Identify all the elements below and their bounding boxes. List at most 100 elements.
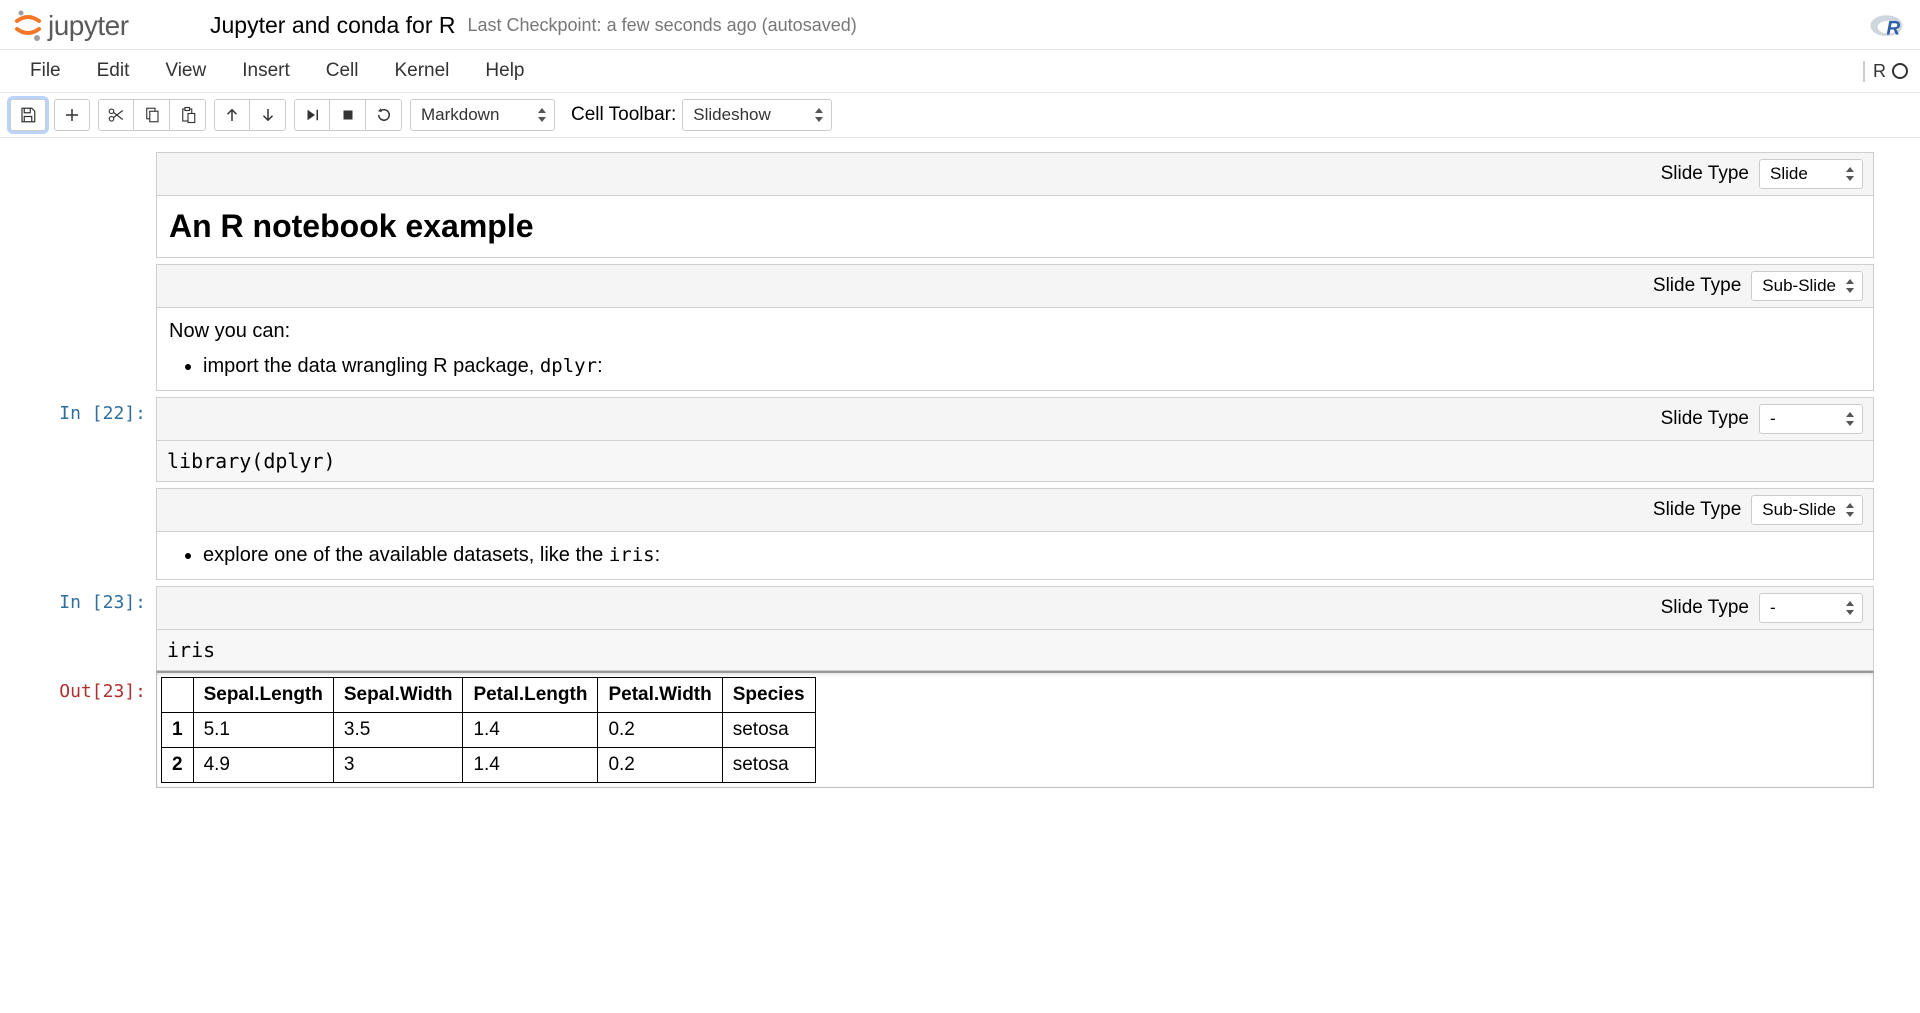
slide-type-select[interactable]: Sub-Slide [1751, 271, 1863, 301]
markdown-cell[interactable]: Slide Type Sub-Slide explore one of the … [46, 488, 1874, 580]
slide-type-select[interactable]: Sub-Slide [1751, 495, 1863, 525]
floppy-disk-icon [19, 106, 37, 124]
menu-kernel[interactable]: Kernel [376, 50, 467, 92]
slide-type-label: Slide Type [1653, 499, 1741, 521]
cell-toolbar-label: Cell Toolbar: [571, 104, 676, 126]
slide-toolbar: Slide Type Sub-Slide [156, 264, 1874, 307]
rendered-markdown: Now you can: import the data wrangling R… [156, 307, 1874, 391]
slide-toolbar: Slide Type - [156, 586, 1874, 629]
table-cell: 0.2 [598, 748, 722, 783]
copy-cell-button[interactable] [134, 99, 170, 131]
scissors-icon [107, 106, 125, 124]
insert-cell-below-button[interactable] [54, 99, 90, 131]
caret-down-icon [1846, 512, 1854, 517]
cell-toolbar-select[interactable]: Slideshow [682, 99, 832, 131]
save-button[interactable] [10, 99, 46, 131]
table-cell: 1.4 [463, 748, 598, 783]
caret-down-icon [1846, 288, 1854, 293]
slide-type-value: Sub-Slide [1762, 276, 1836, 296]
caret-down-icon [538, 117, 546, 122]
caret-down-icon [815, 117, 823, 122]
code-input[interactable]: library(dplyr) [156, 440, 1874, 482]
arrow-down-icon [259, 106, 277, 124]
table-cell: 1.4 [463, 713, 598, 748]
cut-cell-button[interactable] [98, 99, 134, 131]
slide-type-label: Slide Type [1661, 408, 1749, 430]
r-kernel-logo-icon: R [1868, 8, 1908, 43]
toolbar: Markdown Cell Toolbar: Slideshow [0, 93, 1920, 138]
slide-type-select[interactable]: - [1759, 404, 1863, 434]
list-item: explore one of the available datasets, l… [203, 544, 1861, 567]
table-cell: 1 [162, 713, 194, 748]
checkpoint-status: Last Checkpoint: a few seconds ago (auto… [467, 15, 856, 36]
slide-type-select[interactable]: Slide [1759, 159, 1863, 189]
slide-type-value: Slide [1770, 164, 1808, 184]
caret-up-icon [1846, 601, 1854, 606]
slide-type-select[interactable]: - [1759, 593, 1863, 623]
slide-type-value: Sub-Slide [1762, 500, 1836, 520]
restart-kernel-button[interactable] [366, 99, 402, 131]
code-input[interactable]: iris [156, 629, 1874, 671]
table-cell: 3 [333, 748, 463, 783]
table-cell: setosa [722, 713, 815, 748]
cell-type-select[interactable]: Markdown [410, 99, 555, 131]
rendered-markdown: An R notebook example [156, 195, 1874, 258]
table-row: 2 4.9 3 1.4 0.2 setosa [162, 748, 816, 783]
menu-file[interactable]: File [12, 50, 79, 92]
markdown-cell[interactable]: Slide Type Sub-Slide Now you can: import… [46, 264, 1874, 391]
move-cell-down-button[interactable] [250, 99, 286, 131]
svg-text:jupyter: jupyter [47, 10, 129, 41]
table-header: Sepal.Length [193, 678, 333, 713]
output-area: Sepal.Length Sepal.Width Petal.Length Pe… [156, 671, 1874, 788]
menu-help[interactable]: Help [467, 50, 542, 92]
paste-cell-button[interactable] [170, 99, 206, 131]
caret-down-icon [1846, 176, 1854, 181]
notebook-name[interactable]: Jupyter and conda for R [210, 12, 455, 39]
input-prompt: In [22]: [46, 397, 156, 424]
stop-icon [339, 106, 357, 124]
cell-toolbar-value: Slideshow [693, 105, 771, 125]
table-header: Species [722, 678, 815, 713]
cell-type-value: Markdown [421, 105, 499, 125]
caret-up-icon [1846, 503, 1854, 508]
menu-cell[interactable]: Cell [308, 50, 377, 92]
slide-type-value: - [1770, 598, 1776, 618]
markdown-cell[interactable]: Slide Type Slide An R notebook example [46, 152, 1874, 258]
move-cell-up-button[interactable] [214, 99, 250, 131]
table-cell: 5.1 [193, 713, 333, 748]
menu-edit[interactable]: Edit [79, 50, 148, 92]
input-prompt: In [23]: [46, 586, 156, 613]
prompt-empty [46, 152, 156, 158]
header-bar: jupyter Jupyter and conda for R Last Che… [0, 0, 1920, 50]
arrow-up-icon [223, 106, 241, 124]
prompt-empty [46, 488, 156, 494]
notebook-container: Slide Type Slide An R notebook example S… [0, 138, 1920, 788]
list-item: import the data wrangling R package, dpl… [203, 355, 1861, 378]
slide-type-value: - [1770, 409, 1776, 429]
svg-text:R: R [1886, 18, 1900, 39]
caret-up-icon [1846, 167, 1854, 172]
menubar: File Edit View Insert Cell Kernel Help R [0, 50, 1920, 93]
plus-icon [63, 106, 81, 124]
slide-toolbar: Slide Type Sub-Slide [156, 488, 1874, 531]
caret-up-icon [815, 108, 823, 113]
slide-type-label: Slide Type [1661, 163, 1749, 185]
table-cell: 0.2 [598, 713, 722, 748]
table-row: 1 5.1 3.5 1.4 0.2 setosa [162, 713, 816, 748]
menu-insert[interactable]: Insert [224, 50, 308, 92]
menu-view[interactable]: View [147, 50, 224, 92]
notebook-heading: An R notebook example [169, 208, 1861, 245]
table-header [162, 678, 194, 713]
code-cell[interactable]: In [22]: Slide Type - library(dplyr) [46, 397, 1874, 482]
slide-toolbar: Slide Type - [156, 397, 1874, 440]
prompt-empty [46, 264, 156, 270]
table-cell: 4.9 [193, 748, 333, 783]
run-cell-button[interactable] [294, 99, 330, 131]
interrupt-kernel-button[interactable] [330, 99, 366, 131]
output-table: Sepal.Length Sepal.Width Petal.Length Pe… [161, 677, 816, 783]
caret-up-icon [1846, 279, 1854, 284]
caret-up-icon [538, 108, 546, 113]
step-forward-icon [303, 106, 321, 124]
jupyter-logo: jupyter [12, 9, 192, 43]
code-cell[interactable]: In [23]: Slide Type - iris Out[23]: [46, 586, 1874, 788]
